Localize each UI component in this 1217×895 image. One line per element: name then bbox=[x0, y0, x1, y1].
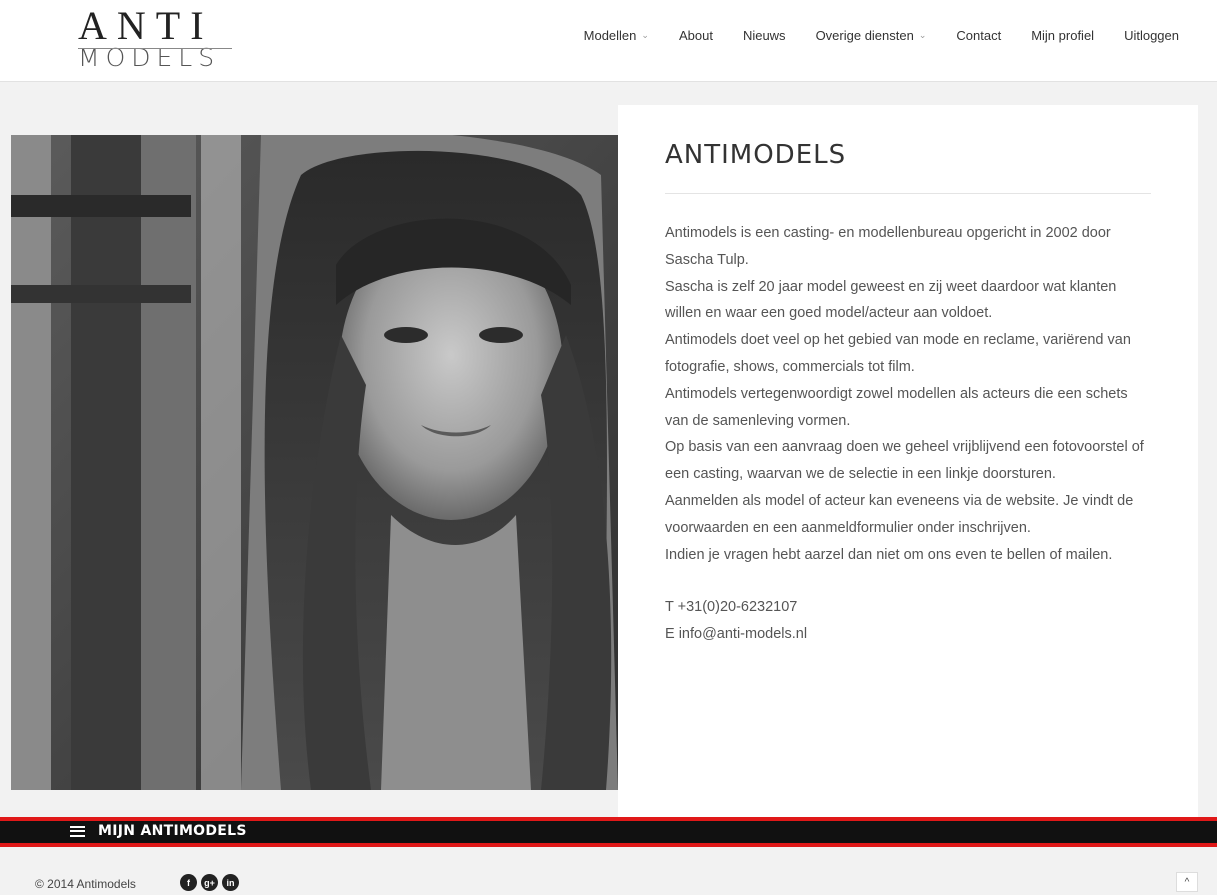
about-card: ANTIMODELS Antimodels is een casting- en… bbox=[618, 105, 1198, 818]
nav-item-mijn-profiel[interactable]: Mijn profiel bbox=[1016, 28, 1109, 43]
nav-item-about[interactable]: About bbox=[664, 28, 728, 43]
mijn-antimodels-toggle[interactable]: MIJN ANTIMODELS bbox=[70, 822, 247, 840]
chevron-down-icon: ⌄ bbox=[641, 30, 649, 40]
nav-label: Modellen bbox=[583, 28, 637, 43]
mijn-antimodels-bar[interactable]: MIJN ANTIMODELS bbox=[0, 817, 1217, 847]
nav-label: Mijn profiel bbox=[1031, 28, 1095, 43]
logo-divider bbox=[78, 48, 232, 49]
paragraph: Antimodels vertegenwoordigt zowel modell… bbox=[665, 385, 1128, 429]
nav-item-overige-diensten[interactable]: Overige diensten ⌄ bbox=[801, 28, 942, 43]
chevron-down-icon: ⌄ bbox=[918, 30, 927, 40]
paragraph: Antimodels is een casting- en modellenbu… bbox=[665, 225, 1111, 268]
contact-phone: T +31(0)20-6232107 bbox=[665, 599, 798, 616]
about-text: Antimodels is een casting- en modellenbu… bbox=[665, 220, 1155, 648]
linkedin-icon[interactable]: in bbox=[222, 874, 239, 891]
contact-email[interactable]: E info@anti-models.nl bbox=[665, 621, 1155, 648]
site-header: ANTI MODELS Modellen ⌄ About Nieuws Overi… bbox=[0, 0, 1217, 82]
main-nav: Modellen ⌄ About Nieuws Overige diensten ⌄… bbox=[569, 28, 1179, 43]
model-photo-illustration bbox=[11, 135, 618, 790]
paragraph: Indien je vragen hebt aarzel dan niet om… bbox=[665, 546, 1113, 563]
site-logo[interactable]: ANTI MODELS bbox=[78, 6, 238, 76]
nav-label: Overige diensten bbox=[815, 28, 914, 43]
facebook-icon[interactable]: f bbox=[180, 874, 197, 891]
nav-label: Nieuws bbox=[742, 28, 786, 43]
paragraph: Op basis van een aanvraag doen we geheel… bbox=[665, 439, 1144, 483]
back-to-top-button[interactable]: ^ bbox=[1176, 872, 1198, 892]
nav-item-uitloggen[interactable]: Uitloggen bbox=[1109, 28, 1179, 43]
copyright: © 2014 Antimodels bbox=[35, 877, 136, 891]
model-photo bbox=[11, 135, 618, 790]
nav-label: Contact bbox=[956, 28, 1002, 43]
menu-icon bbox=[70, 825, 85, 837]
nav-item-nieuws[interactable]: Nieuws bbox=[728, 28, 801, 43]
paragraph: Sascha is zelf 20 jaar model geweest en … bbox=[665, 278, 1117, 322]
nav-item-modellen[interactable]: Modellen ⌄ bbox=[569, 28, 664, 43]
chevron-up-icon: ^ bbox=[1184, 876, 1190, 888]
nav-label: About bbox=[678, 28, 713, 43]
title-divider bbox=[665, 193, 1151, 194]
page-title: ANTIMODELS bbox=[665, 140, 847, 170]
paragraph: Aanmelden als model of acteur kan evenee… bbox=[665, 492, 1134, 536]
nav-item-contact[interactable]: Contact bbox=[941, 28, 1016, 43]
google-plus-icon[interactable]: g+ bbox=[201, 874, 218, 891]
nav-label: Uitloggen bbox=[1124, 28, 1179, 43]
social-links: f g+ in bbox=[180, 874, 239, 891]
paragraph: Antimodels doet veel op het gebied van m… bbox=[665, 332, 1131, 375]
mijn-antimodels-label: MIJN ANTIMODELS bbox=[98, 823, 247, 839]
logo-top-text: ANTI bbox=[78, 3, 214, 48]
